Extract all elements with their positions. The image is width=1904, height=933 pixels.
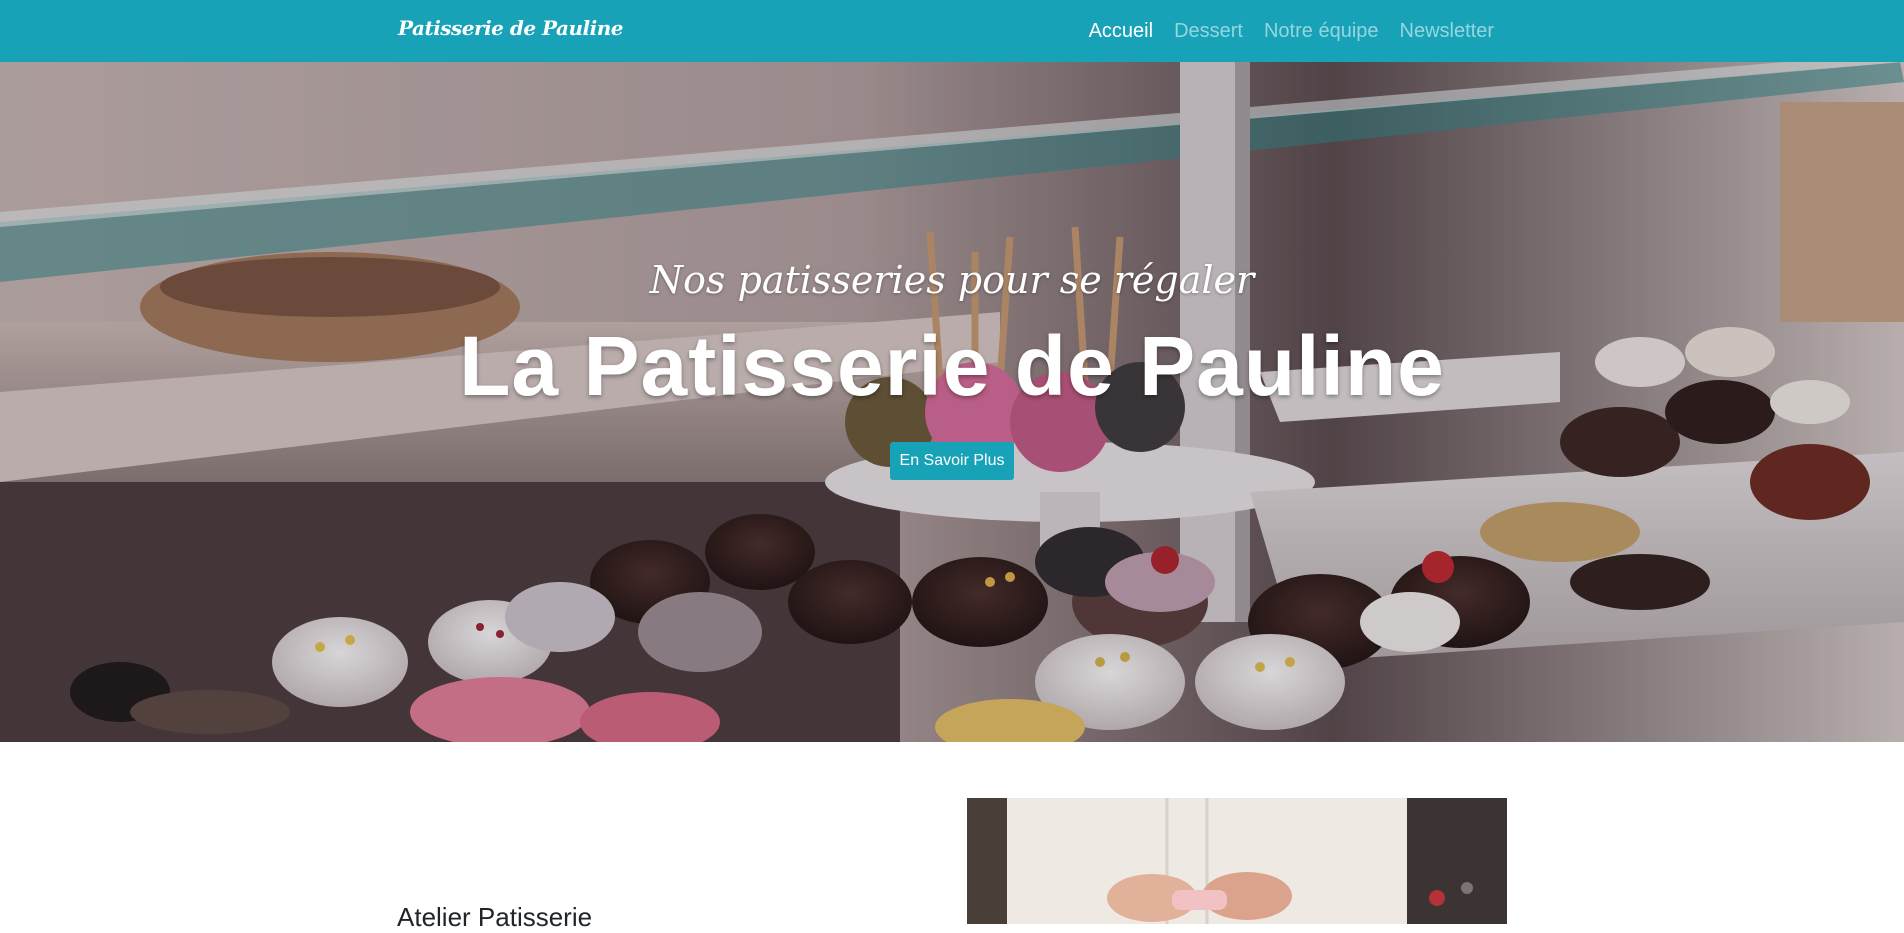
nav-links: Accueil Dessert Notre équipe Newsletter — [1089, 0, 1494, 62]
atelier-photo — [967, 798, 1507, 924]
atelier-image — [967, 798, 1507, 924]
nav-link-dessert[interactable]: Dessert — [1174, 20, 1243, 43]
hero-section: Nos patisseries pour se régaler La Patis… — [0, 62, 1904, 742]
navbar: Patisserie de Pauline Accueil Dessert No… — [0, 0, 1904, 62]
hero-title: La Patisserie de Pauline — [459, 319, 1445, 413]
hero-subtitle: Nos patisseries pour se régaler — [649, 258, 1255, 302]
nav-link-notre-equipe[interactable]: Notre équipe — [1264, 20, 1379, 43]
learn-more-button[interactable]: En Savoir Plus — [890, 442, 1014, 480]
nav-link-accueil[interactable]: Accueil — [1089, 20, 1153, 43]
section-heading: Atelier Patisserie — [397, 902, 593, 932]
nav-link-newsletter[interactable]: Newsletter — [1400, 20, 1494, 43]
brand-logo[interactable]: Patisserie de Pauline — [398, 16, 624, 40]
